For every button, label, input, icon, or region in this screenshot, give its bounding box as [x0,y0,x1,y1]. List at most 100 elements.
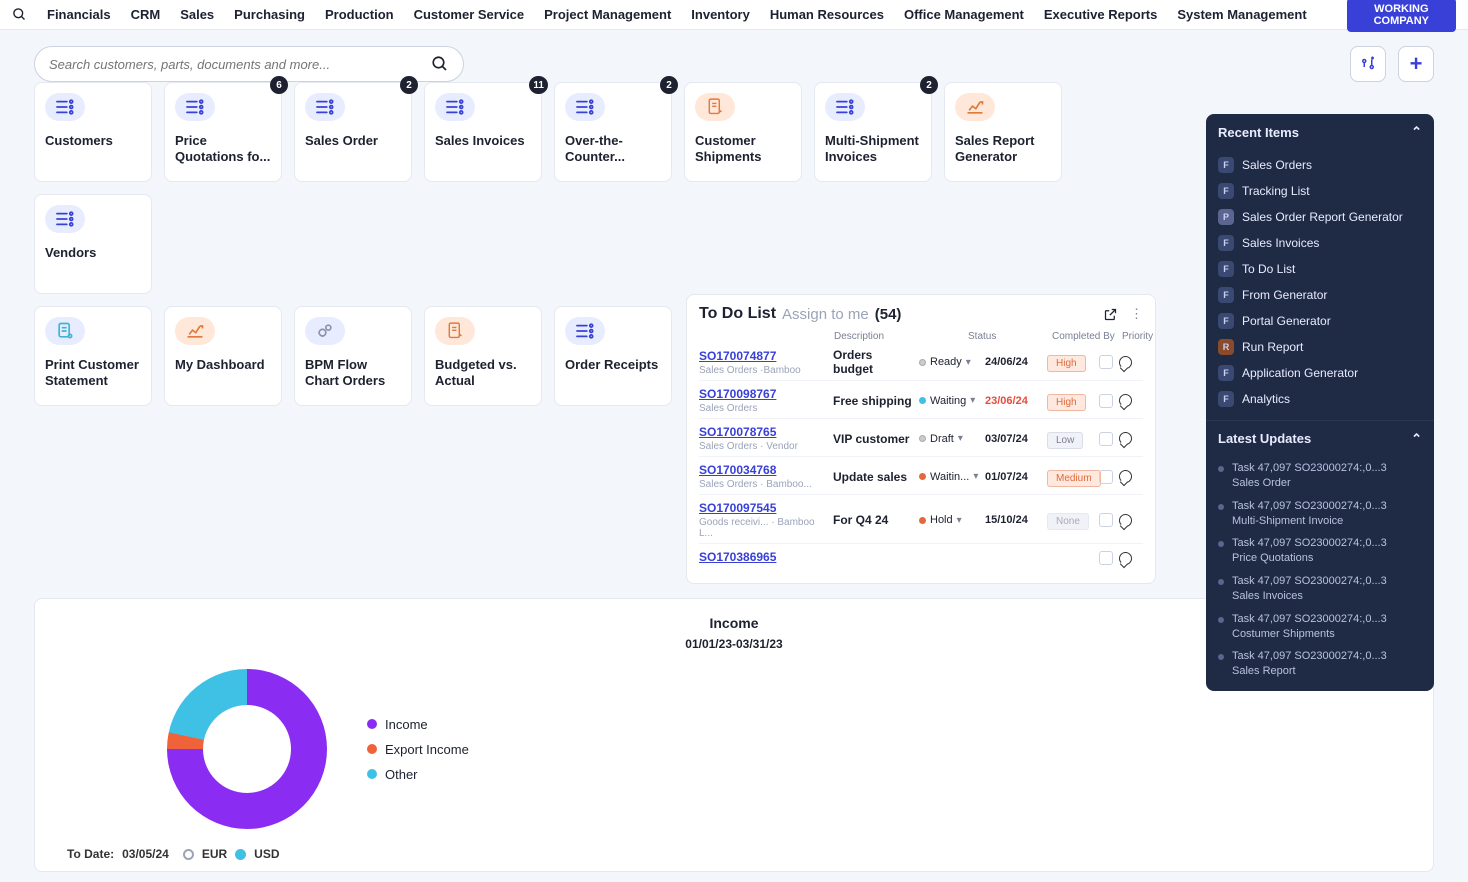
card-icon[interactable] [1099,355,1113,369]
todo-subtitle[interactable]: Assign to me [782,306,869,323]
nav-crm[interactable]: CRM [131,7,161,22]
nav-system-management[interactable]: System Management [1177,7,1306,22]
tile-over-the-counter-[interactable]: 2 Over-the-Counter... [554,82,672,182]
chevron-up-icon: ⌃ [1411,431,1422,447]
tile-order-receipts[interactable]: Order Receipts [554,306,672,406]
tile-label: Over-the-Counter... [565,133,661,164]
search-input[interactable] [49,57,431,72]
todo-row[interactable]: SO170097545 Goods receivi... · Bamboo L.… [699,494,1143,543]
comment-icon[interactable] [1119,470,1132,483]
comment-icon[interactable] [1119,514,1132,527]
recent-item[interactable]: F Analytics [1212,386,1428,412]
tile-customers[interactable]: Customers [34,82,152,182]
nav-executive-reports[interactable]: Executive Reports [1044,7,1157,22]
recent-badge-icon: F [1218,261,1234,277]
recent-item[interactable]: F Tracking List [1212,178,1428,204]
todo-row[interactable]: SO170098767 Sales Orders Free shipping W… [699,380,1143,418]
working-company-button[interactable]: WORKING COMPANY [1347,0,1456,32]
popout-icon[interactable] [1103,307,1118,322]
todo-row[interactable]: SO170386965 [699,543,1143,570]
comment-icon[interactable] [1119,432,1132,445]
card-icon[interactable] [1099,394,1113,408]
search-icon[interactable] [431,55,449,73]
tile-sales-invoices[interactable]: 11 Sales Invoices [424,82,542,182]
card-icon[interactable] [1099,513,1113,527]
legend-item[interactable]: Export Income [367,742,469,757]
todo-so-link[interactable]: SO170097545 [699,501,829,515]
todo-so-link[interactable]: SO170074877 [699,349,829,363]
todo-so-link[interactable]: SO170034768 [699,463,829,477]
card-icon[interactable] [1099,432,1113,446]
global-search[interactable] [34,46,464,82]
nav-customer-service[interactable]: Customer Service [414,7,525,22]
update-item[interactable]: Task 47,097 SO23000274:,0...3Sales Order [1206,457,1434,495]
card-icon[interactable] [1099,551,1113,565]
nav-production[interactable]: Production [325,7,394,22]
currency-usd-radio[interactable] [235,849,246,860]
tile-sales-report-generator[interactable]: Sales Report Generator [944,82,1062,182]
recent-item[interactable]: P Sales Order Report Generator [1212,204,1428,230]
customize-dashboard-button[interactable] [1350,46,1386,82]
comment-icon[interactable] [1119,394,1132,407]
search-icon[interactable] [12,7,27,23]
tile-budgeted-vs-actual[interactable]: Budgeted vs. Actual [424,306,542,406]
nav-sales[interactable]: Sales [180,7,214,22]
todo-so-link[interactable]: SO170386965 [699,550,829,564]
todo-date: 15/10/24 [985,514,1043,526]
update-item[interactable]: Task 47,097 SO23000274:,0...3Multi-Shipm… [1206,495,1434,533]
tile-icon [175,93,215,121]
nav-project-management[interactable]: Project Management [544,7,671,22]
currency-eur-radio[interactable] [183,849,194,860]
tile-customer-shipments[interactable]: Customer Shipments [684,82,802,182]
tile-vendors[interactable]: Vendors [34,194,152,294]
latest-updates-header[interactable]: Latest Updates ⌃ [1206,420,1434,457]
nav-office-management[interactable]: Office Management [904,7,1024,22]
todo-status[interactable]: Waiting ▾ [919,395,981,407]
recent-item[interactable]: F To Do List [1212,256,1428,282]
comment-icon[interactable] [1119,356,1132,369]
recent-item[interactable]: F Sales Orders [1212,152,1428,178]
more-icon[interactable]: ⋮ [1130,306,1143,322]
recent-item[interactable]: F From Generator [1212,282,1428,308]
card-icon[interactable] [1099,470,1113,484]
chart-legend: Income Export Income Other [367,717,469,782]
nav-inventory[interactable]: Inventory [691,7,750,22]
tile-price-quotations-fo-[interactable]: 6 Price Quotations fo... [164,82,282,182]
tile-sales-order[interactable]: 2 Sales Order [294,82,412,182]
todo-row[interactable]: SO170074877 Sales Orders ·Bamboo Orders … [699,342,1143,380]
legend-item[interactable]: Other [367,767,469,782]
todo-desc: Free shipping [833,394,915,408]
nav-purchasing[interactable]: Purchasing [234,7,305,22]
recent-item[interactable]: F Portal Generator [1212,308,1428,334]
recent-item[interactable]: F Sales Invoices [1212,230,1428,256]
tile-label: Print Customer Statement [45,357,141,388]
recent-items-header[interactable]: Recent Items ⌃ [1206,114,1434,150]
tile-multi-shipment-invoices[interactable]: 2 Multi-Shipment Invoices [814,82,932,182]
tile-bpm-flow-chart-orders[interactable]: BPM Flow Chart Orders [294,306,412,406]
nav-financials[interactable]: Financials [47,7,111,22]
nav-human-resources[interactable]: Human Resources [770,7,884,22]
todo-row[interactable]: SO170034768 Sales Orders · Bamboo... Upd… [699,456,1143,494]
todo-row[interactable]: SO170078765 Sales Orders · Vendor VIP cu… [699,418,1143,456]
todo-so-link[interactable]: SO170098767 [699,387,829,401]
recent-badge-icon: R [1218,339,1234,355]
recent-item[interactable]: F Application Generator [1212,360,1428,386]
update-item[interactable]: Task 47,097 SO23000274:,0...3Costumer Sh… [1206,608,1434,646]
todo-so-link[interactable]: SO170078765 [699,425,829,439]
update-item[interactable]: Task 47,097 SO23000274:,0...3Price Quota… [1206,532,1434,570]
update-item[interactable]: Task 47,097 SO23000274:,0...3Sales Invoi… [1206,570,1434,608]
tile-label: Price Quotations fo... [175,133,271,164]
todo-status[interactable]: Waitin... ▾ [919,471,981,483]
legend-item[interactable]: Income [367,717,469,732]
tile-print-customer-statement[interactable]: Print Customer Statement [34,306,152,406]
update-item[interactable]: Task 47,097 SO23000274:,0...3Sales Repor… [1206,645,1434,683]
recent-item[interactable]: R Run Report [1212,334,1428,360]
todo-so-sub: Goods receivi... · Bamboo L... [699,517,829,539]
todo-status[interactable]: Ready ▾ [919,356,981,368]
bullet-icon [1218,654,1224,660]
add-widget-button[interactable]: + [1398,46,1434,82]
todo-status[interactable]: Draft ▾ [919,433,981,445]
comment-icon[interactable] [1119,552,1132,565]
todo-status[interactable]: Hold ▾ [919,514,981,526]
tile-my-dashboard[interactable]: My Dashboard [164,306,282,406]
